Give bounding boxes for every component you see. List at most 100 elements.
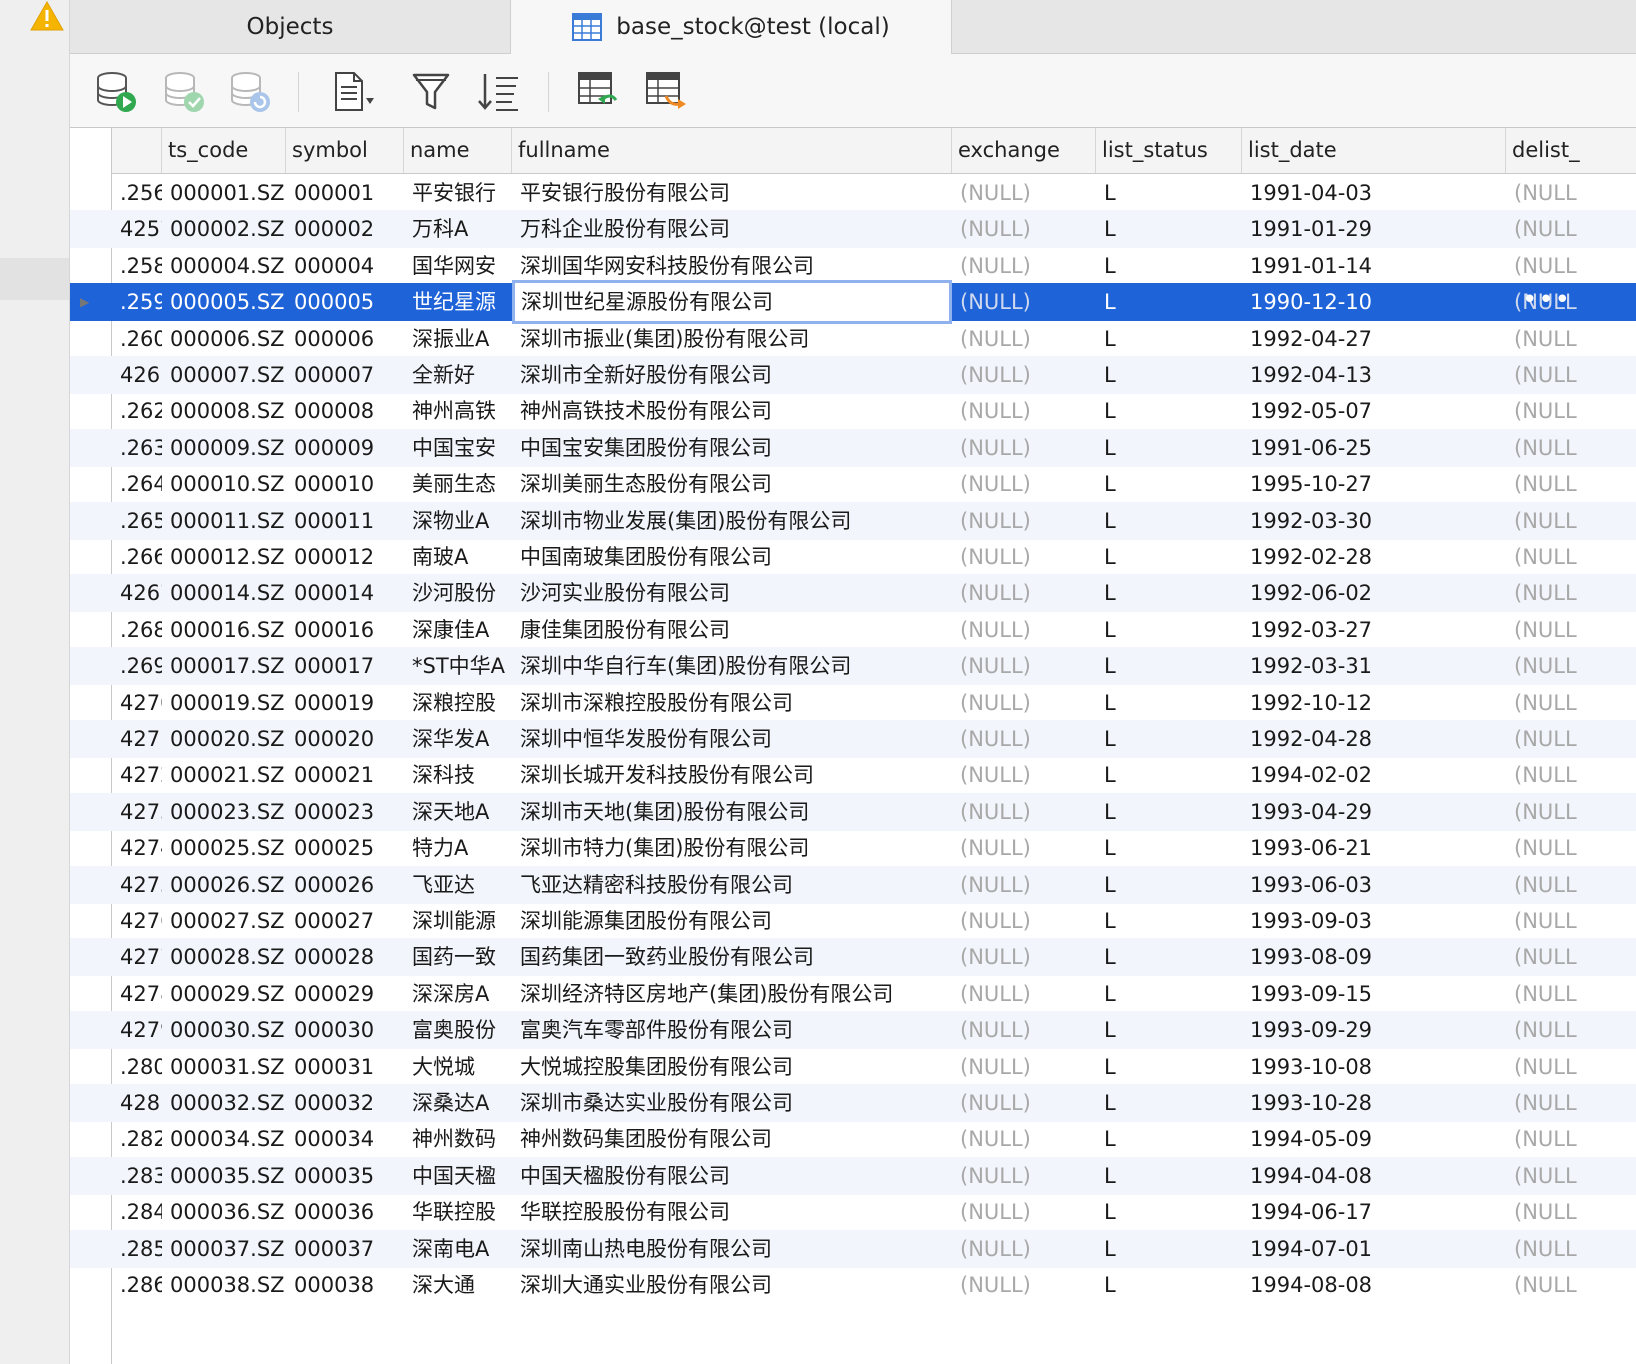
cell-fullname[interactable]: 万科企业股份有限公司: [512, 210, 952, 248]
cell-ts-code[interactable]: 000011.SZ: [162, 502, 286, 540]
table-row[interactable]: 4272000021.SZ000021深科技深圳长城开发科技股份有限公司(NUL…: [70, 756, 1636, 794]
cell-exchange[interactable]: (NULL): [952, 392, 1096, 430]
cell-list-status[interactable]: L: [1096, 829, 1242, 867]
cell-delist-date[interactable]: (NULL: [1506, 902, 1636, 940]
header-list-date[interactable]: list_date: [1242, 128, 1506, 173]
header-fullname[interactable]: fullname: [512, 128, 952, 173]
cell-symbol[interactable]: 000028: [286, 938, 404, 976]
cell-list-status[interactable]: L: [1096, 1011, 1242, 1049]
row-id[interactable]: 4272: [112, 756, 162, 794]
cell-symbol[interactable]: 000027: [286, 902, 404, 940]
cell-ts-code[interactable]: 000020.SZ: [162, 720, 286, 758]
row-id[interactable]: .285: [112, 1230, 162, 1268]
cell-fullname[interactable]: 中国天楹股份有限公司: [512, 1157, 952, 1195]
table-row[interactable]: .282 000034.SZ 000034 神州数码 神州数码集团股份有限公司 (NULL…: [70, 1120, 1636, 1158]
cell-symbol[interactable]: 000021: [286, 756, 404, 794]
row-id[interactable]: .259: [112, 283, 162, 321]
table-row[interactable]: 4278000029.SZ000029深深房A深圳经济特区房地产(集团)股份有限…: [70, 975, 1636, 1013]
cell-fullname[interactable]: 康佳集团股份有限公司: [512, 611, 952, 649]
table-row[interactable]: 4277000028.SZ000028国药一致国药集团一致药业股份有限公司(NU…: [70, 938, 1636, 977]
cell-ts-code[interactable]: 000032.SZ: [162, 1084, 286, 1122]
cell-name[interactable]: 深华发A: [404, 720, 512, 758]
cell-list-date[interactable]: 1994-07-01: [1242, 1230, 1506, 1268]
cell-ts-code[interactable]: 000016.SZ: [162, 611, 286, 649]
cell-symbol[interactable]: 000019: [286, 684, 404, 722]
cell-list-date[interactable]: 1992-04-13: [1242, 356, 1506, 394]
cell-exchange[interactable]: (NULL): [952, 1048, 1096, 1086]
cell-delist-date[interactable]: (NULL: [1506, 465, 1636, 503]
cell-delist-date[interactable]: (NULL: [1506, 975, 1636, 1013]
table-row[interactable]: .283 000035.SZ 000035 中国天楹 中国天楹股份有限公司 (NULL) L…: [70, 1156, 1636, 1195]
cell-exchange[interactable]: (NULL): [952, 429, 1096, 467]
header-name[interactable]: name: [404, 128, 512, 173]
cell-name[interactable]: 万科A: [404, 210, 512, 248]
cell-fullname[interactable]: 深圳市全新好股份有限公司: [512, 356, 952, 394]
table-row[interactable]: 4279000030.SZ000030富奥股份富奥汽车零部件股份有限公司(NUL…: [70, 1011, 1636, 1050]
cell-delist-date[interactable]: (NULL: [1506, 392, 1636, 430]
header-exchange[interactable]: exchange: [952, 128, 1096, 173]
table-row[interactable]: 4261000007.SZ000007全新好深圳市全新好股份有限公司(NULL)…: [70, 356, 1636, 394]
table-row[interactable]: 4267000014.SZ000014沙河股份沙河实业股份有限公司(NULL)L…: [70, 574, 1636, 613]
cell-delist-date[interactable]: (NULL: [1506, 1230, 1636, 1268]
cell-list-date[interactable]: 1994-08-08: [1242, 1266, 1506, 1304]
cell-symbol[interactable]: 000026: [286, 866, 404, 904]
table-row[interactable]: 4273000023.SZ000023深天地A深圳市天地(集团)股份有限公司(N…: [70, 792, 1636, 831]
row-id[interactable]: 4267: [112, 574, 162, 612]
table-row[interactable]: .286 000038.SZ 000038 深大通 深圳大通实业股份有限公司 (NULL)…: [70, 1266, 1636, 1304]
tab-objects[interactable]: Objects: [70, 0, 511, 54]
table-row[interactable]: .265 000011.SZ 000011 深物业A 深圳市物业发展(集团)股份有限公司…: [70, 501, 1636, 540]
cell-delist-date[interactable]: (NULL: [1506, 574, 1636, 612]
cell-list-status[interactable]: L: [1096, 283, 1242, 321]
cell-name[interactable]: 中国天楹: [404, 1157, 512, 1195]
row-id[interactable]: .263: [112, 429, 162, 467]
table-row[interactable]: .262 000008.SZ 000008 神州高铁 神州高铁技术股份有限公司 (NULL…: [70, 392, 1636, 430]
cell-symbol[interactable]: 000007: [286, 356, 404, 394]
cell-name[interactable]: 深天地A: [404, 793, 512, 831]
cell-list-date[interactable]: 1994-05-09: [1242, 1120, 1506, 1158]
row-id[interactable]: 4271: [112, 720, 162, 758]
cell-symbol[interactable]: 000038: [286, 1266, 404, 1304]
row-id[interactable]: .264: [112, 465, 162, 503]
cell-name[interactable]: 世纪星源: [404, 283, 512, 321]
cell-list-status[interactable]: L: [1096, 538, 1242, 576]
cell-list-status[interactable]: L: [1096, 247, 1242, 285]
table-row[interactable]: .264 000010.SZ 000010 美丽生态 深圳美丽生态股份有限公司 (NULL…: [70, 465, 1636, 503]
cell-ts-code[interactable]: 000002.SZ: [162, 210, 286, 248]
row-id[interactable]: .265: [112, 502, 162, 540]
cell-exchange[interactable]: (NULL): [952, 756, 1096, 794]
cell-exchange[interactable]: (NULL): [952, 684, 1096, 722]
cell-list-date[interactable]: 1992-04-27: [1242, 320, 1506, 358]
row-id[interactable]: .268: [112, 611, 162, 649]
cell-delist-date[interactable]: (NULL: [1506, 502, 1636, 540]
cell-fullname[interactable]: 国药集团一致药业股份有限公司: [512, 938, 952, 976]
cell-exchange[interactable]: (NULL): [952, 283, 1096, 321]
cell-fullname[interactable]: 深圳长城开发科技股份有限公司: [512, 756, 952, 794]
cell-name[interactable]: 神州数码: [404, 1120, 512, 1158]
cell-list-date[interactable]: 1992-03-27: [1242, 611, 1506, 649]
cell-exchange[interactable]: (NULL): [952, 975, 1096, 1013]
table-row[interactable]: .266 000012.SZ 000012 南玻A 中国南玻集团股份有限公司 (NULL)…: [70, 538, 1636, 576]
table-row[interactable]: 4271000020.SZ000020深华发A深圳中恒华发股份有限公司(NULL…: [70, 720, 1636, 758]
cell-list-status[interactable]: L: [1096, 902, 1242, 940]
cell-name[interactable]: 中国宝安: [404, 429, 512, 467]
cell-name[interactable]: 深圳能源: [404, 902, 512, 940]
cell-ts-code[interactable]: 000017.SZ: [162, 647, 286, 685]
cell-fullname[interactable]: 深圳市物业发展(集团)股份有限公司: [512, 502, 952, 540]
cell-symbol[interactable]: 000031: [286, 1048, 404, 1086]
cell-list-date[interactable]: 1991-06-25: [1242, 429, 1506, 467]
header-id[interactable]: [112, 128, 162, 173]
cell-delist-date[interactable]: (NULL: [1506, 866, 1636, 904]
cell-ts-code[interactable]: 000036.SZ: [162, 1193, 286, 1231]
cell-ts-code[interactable]: 000029.SZ: [162, 975, 286, 1013]
cell-ts-code[interactable]: 000027.SZ: [162, 902, 286, 940]
cell-list-date[interactable]: 1993-09-15: [1242, 975, 1506, 1013]
cell-ts-code[interactable]: 000023.SZ: [162, 793, 286, 831]
cell-ts-code[interactable]: 000006.SZ: [162, 320, 286, 358]
cell-ts-code[interactable]: 000038.SZ: [162, 1266, 286, 1304]
header-symbol[interactable]: symbol: [286, 128, 404, 173]
cell-fullname[interactable]: 飞亚达精密科技股份有限公司: [512, 866, 952, 904]
cell-symbol[interactable]: 000030: [286, 1011, 404, 1049]
cell-symbol[interactable]: 000029: [286, 975, 404, 1013]
cell-symbol[interactable]: 000012: [286, 538, 404, 576]
filter-icon[interactable]: [410, 70, 454, 114]
